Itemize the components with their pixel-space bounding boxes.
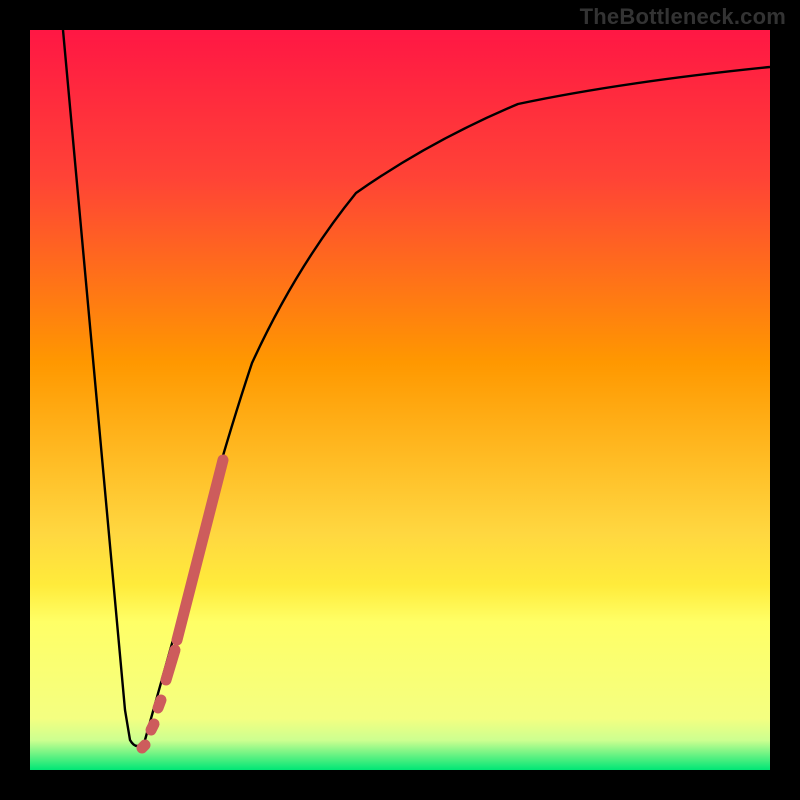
- watermark-text: TheBottleneck.com: [580, 4, 786, 30]
- data-marker: [142, 745, 145, 748]
- data-marker: [151, 724, 154, 730]
- chart-svg: [30, 30, 770, 770]
- chart-plot-area: [30, 30, 770, 770]
- data-marker: [158, 700, 161, 708]
- gradient-background: [30, 30, 770, 770]
